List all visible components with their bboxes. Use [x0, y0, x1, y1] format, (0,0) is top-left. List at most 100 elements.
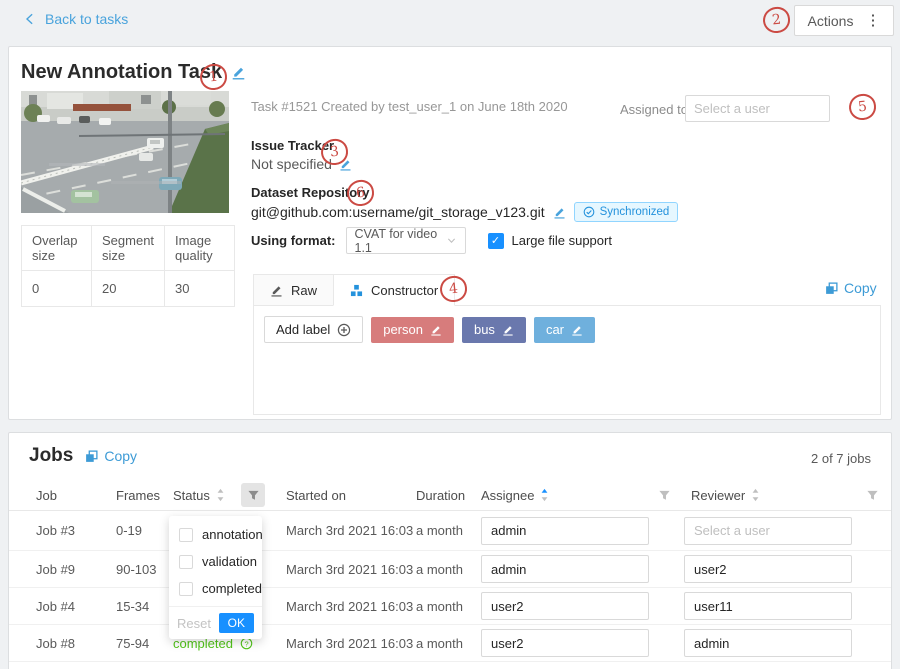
edit-task-name-pencil-icon[interactable]: [231, 65, 246, 80]
pencil-icon: [270, 284, 283, 297]
tab-constructor[interactable]: Constructor: [333, 274, 455, 306]
assignee-select[interactable]: [481, 517, 649, 545]
status-sort-control[interactable]: [216, 488, 225, 502]
duration-value: a month: [416, 551, 463, 587]
edit-repository-pencil-icon[interactable]: [553, 206, 566, 219]
duration-value: a month: [416, 588, 463, 624]
assignee-select[interactable]: [481, 555, 649, 583]
edit-label-pencil-icon[interactable]: [502, 324, 514, 336]
label-chip-person-name: person: [383, 322, 423, 337]
job-link[interactable]: Job #9: [36, 551, 75, 587]
filter-option-label: validation: [202, 554, 257, 569]
column-assignee-label: Assignee: [481, 488, 534, 503]
assignee-select[interactable]: [481, 629, 649, 657]
labels-copy-label: Copy: [844, 280, 877, 296]
filter-reset-button[interactable]: Reset: [177, 616, 211, 631]
reviewer-select[interactable]: [684, 629, 852, 657]
job-link[interactable]: Job #8: [36, 625, 75, 661]
caret-down-icon: [751, 494, 760, 503]
status-filter-button[interactable]: [241, 483, 265, 507]
jobs-count: 2 of 7 jobs: [811, 451, 871, 466]
dataset-repository-url: git@github.com:username/git_storage_v123…: [251, 204, 545, 220]
label-chip-bus[interactable]: bus: [462, 317, 526, 343]
labels-copy-button[interactable]: Copy: [825, 280, 877, 296]
large-file-checkbox[interactable]: ✓: [488, 233, 504, 249]
column-status-label: Status: [173, 488, 210, 503]
tab-raw[interactable]: Raw: [253, 274, 333, 306]
issue-tracker-value: Not specified: [251, 156, 332, 172]
caret-down-icon: [216, 494, 225, 503]
param-header-quality: Image quality: [165, 226, 235, 271]
table-row: Job #8 75-94 completed March 3rd 2021 16…: [9, 625, 891, 662]
label-chip-bus-name: bus: [474, 322, 495, 337]
add-label-button[interactable]: Add label: [264, 316, 363, 343]
reviewer-filter-button[interactable]: [866, 489, 879, 502]
filter-option-validation[interactable]: validation: [169, 548, 262, 575]
tab-raw-label: Raw: [291, 283, 317, 298]
reviewer-select[interactable]: [684, 517, 852, 545]
filter-option-label: completed: [202, 581, 262, 596]
format-select[interactable]: CVAT for video 1.1: [346, 227, 466, 254]
jobs-title: Jobs: [29, 445, 73, 467]
param-value-segment: 20: [92, 271, 165, 307]
reviewer-select[interactable]: [684, 555, 852, 583]
jobs-table-header: Job Frames Status Started on Duration As…: [9, 479, 891, 511]
task-title: New Annotation Task: [21, 61, 222, 84]
kebab-menu-icon: ⋮: [865, 13, 880, 28]
blocks-icon: [350, 284, 363, 297]
copy-icon: [825, 282, 838, 295]
frames-value: 75-94: [116, 625, 149, 661]
format-select-value: CVAT for video 1.1: [355, 227, 446, 255]
duration-value: a month: [416, 511, 463, 550]
column-reviewer: Reviewer: [691, 479, 760, 511]
copy-icon: [85, 450, 98, 463]
started-on-value: March 3rd 2021 16:03: [286, 625, 413, 661]
filter-ok-button[interactable]: OK: [219, 613, 254, 633]
assignee-filter-button[interactable]: [658, 489, 671, 502]
assignee-sort-control[interactable]: [540, 488, 549, 502]
assigned-to-select[interactable]: [685, 95, 830, 122]
filter-option-completed[interactable]: completed: [169, 575, 262, 602]
frames-value: 0-19: [116, 511, 142, 550]
column-duration: Duration: [416, 479, 465, 511]
actions-label: Actions: [808, 13, 854, 29]
edit-label-pencil-icon[interactable]: [430, 324, 442, 336]
filter-option-label: annotation: [202, 527, 263, 542]
param-value-overlap: 0: [22, 271, 92, 307]
assignee-select[interactable]: [481, 592, 649, 620]
table-row: Job #3 0-19 March 3rd 2021 16:03 a month: [9, 511, 891, 551]
checkbox-unchecked-icon[interactable]: [179, 582, 193, 596]
table-row: Job #4 15-34 March 3rd 2021 16:03 a mont…: [9, 588, 891, 625]
jobs-card: Jobs Copy 2 of 7 jobs Job Frames Status …: [8, 432, 892, 669]
actions-button[interactable]: Actions ⋮: [794, 5, 894, 36]
back-to-tasks-link[interactable]: Back to tasks: [24, 11, 128, 27]
filter-option-annotation[interactable]: annotation: [169, 521, 262, 548]
duration-value: a month: [416, 625, 463, 661]
caret-down-icon: [540, 494, 549, 503]
chevron-down-icon: [446, 235, 457, 246]
frames-value: 15-34: [116, 588, 149, 624]
param-header-segment: Segment size: [92, 226, 165, 271]
started-on-value: March 3rd 2021 16:03: [286, 588, 413, 624]
label-chip-car[interactable]: car: [534, 317, 595, 343]
cvat-task-page: Back to tasks Actions ⋮ New Annotation T…: [0, 0, 900, 669]
tab-constructor-label: Constructor: [371, 283, 438, 298]
checkbox-unchecked-icon[interactable]: [179, 528, 193, 542]
assigned-to-label: Assigned to: [620, 102, 688, 117]
reviewer-select[interactable]: [684, 592, 852, 620]
reviewer-sort-control[interactable]: [751, 488, 760, 502]
status-filter-dropdown: annotation validation completed Reset OK: [169, 516, 262, 639]
jobs-copy-label: Copy: [104, 448, 137, 464]
edit-label-pencil-icon[interactable]: [571, 324, 583, 336]
add-label-text: Add label: [276, 322, 330, 337]
job-link[interactable]: Job #3: [36, 511, 75, 550]
jobs-copy-button[interactable]: Copy: [85, 448, 137, 464]
callout-2: 2: [762, 6, 792, 35]
job-link[interactable]: Job #4: [36, 588, 75, 624]
checkbox-unchecked-icon[interactable]: [179, 555, 193, 569]
column-job: Job: [36, 479, 57, 511]
check-circle-icon: [583, 206, 595, 218]
label-chip-person[interactable]: person: [371, 317, 454, 343]
using-format-label: Using format:: [251, 233, 336, 248]
column-status: Status: [173, 479, 225, 511]
